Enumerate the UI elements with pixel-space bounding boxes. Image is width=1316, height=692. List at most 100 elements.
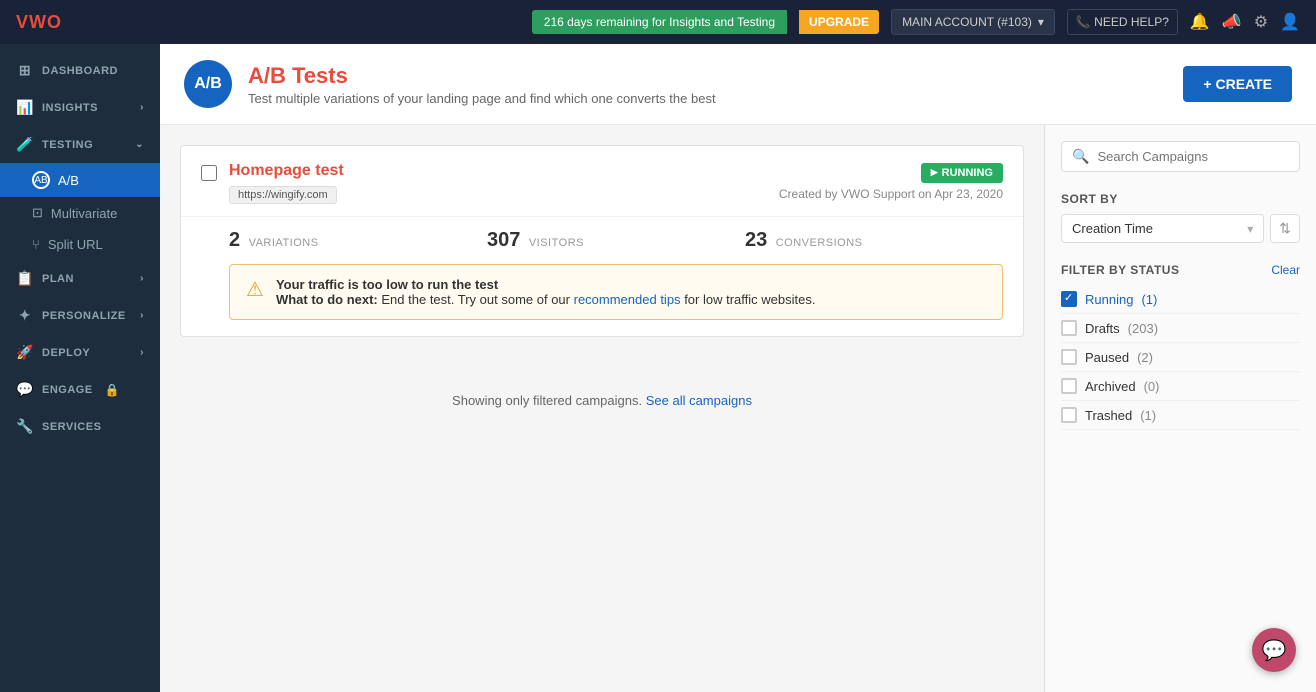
clear-filter-link[interactable]: Clear: [1271, 263, 1300, 277]
chevron-down-icon: ⌄: [135, 139, 144, 150]
campaign-url-badge[interactable]: https://wingify.com: [229, 186, 337, 204]
search-input[interactable]: [1097, 149, 1289, 164]
filter-checkbox-drafts[interactable]: [1061, 320, 1077, 336]
filter-checkbox-archived[interactable]: [1061, 378, 1077, 394]
alert-next-label: What to do next:: [276, 292, 378, 307]
chevron-right-icon: ›: [140, 273, 144, 284]
user-icon[interactable]: 👤: [1280, 12, 1300, 32]
alert-title: Your traffic is too low to run the test: [276, 277, 498, 292]
right-sidebar: 🔍 SORT BY Creation Time ▾ ⇅: [1044, 125, 1316, 692]
trial-banner: 216 days remaining for Insights and Test…: [532, 10, 787, 34]
chat-bubble[interactable]: 💬: [1252, 628, 1296, 672]
sort-label: SORT BY: [1061, 192, 1300, 206]
stat-label-conversions: CONVERSIONS: [776, 237, 863, 249]
sidebar-item-engage[interactable]: 💬 ENGAGE 🔒: [0, 371, 160, 408]
filter-checkbox-running[interactable]: [1061, 291, 1077, 307]
alert-text: Your traffic is too low to run the test …: [276, 277, 816, 307]
sidebar-item-label: ENGAGE: [42, 384, 93, 396]
sidebar-item-services[interactable]: 🔧 SERVICES: [0, 408, 160, 445]
sidebar-item-label: PERSONALIZE: [42, 310, 126, 322]
sidebar-item-label: Multivariate: [51, 206, 117, 221]
sidebar-item-ab[interactable]: AB A/B: [0, 163, 160, 197]
services-icon: 🔧: [16, 418, 34, 435]
settings-icon[interactable]: ⚙: [1254, 12, 1268, 32]
sidebar-item-spliturl[interactable]: ⑂ Split URL: [0, 229, 160, 260]
sidebar-item-label: SERVICES: [42, 421, 101, 433]
filter-item-label-paused: Paused: [1085, 350, 1129, 365]
sidebar-item-label: INSIGHTS: [42, 102, 98, 114]
search-box: 🔍: [1061, 141, 1300, 172]
alert-link-suffix: for low traffic websites.: [684, 292, 815, 307]
filter-checkbox-paused[interactable]: [1061, 349, 1077, 365]
account-selector[interactable]: MAIN ACCOUNT (#103) ▾: [891, 9, 1055, 35]
spliturl-icon: ⑂: [32, 237, 40, 252]
create-button[interactable]: + CREATE: [1183, 66, 1292, 102]
sidebar-item-label: DASHBOARD: [42, 65, 118, 77]
filter-item-count-running: (1): [1141, 292, 1157, 307]
topbar-icons: 🔔 📣 ⚙ 👤: [1190, 12, 1300, 32]
filter-section: FILTER BY STATUS Clear Running (1): [1061, 263, 1300, 430]
filter-item-paused: Paused (2): [1061, 343, 1300, 372]
campaign-card: Homepage test https://wingify.com ▶ RUNN…: [180, 145, 1024, 337]
filter-item-count-archived: (0): [1144, 379, 1160, 394]
filter-info-text: Showing only filtered campaigns.: [452, 393, 646, 408]
filter-item-running: Running (1): [1061, 285, 1300, 314]
campaign-list-area: Homepage test https://wingify.com ▶ RUNN…: [160, 125, 1316, 692]
page-title: A/B Tests: [248, 63, 1167, 89]
play-icon: ▶: [931, 167, 938, 178]
sidebar-item-label: A/B: [58, 173, 79, 188]
plan-icon: 📋: [16, 270, 34, 287]
account-chevron: ▾: [1038, 15, 1044, 29]
sidebar-item-dashboard[interactable]: ⊞ DASHBOARD: [0, 52, 160, 89]
sort-select[interactable]: Creation Time ▾: [1061, 214, 1264, 243]
sidebar-item-deploy[interactable]: 🚀 DEPLOY ›: [0, 334, 160, 371]
sort-section: SORT BY Creation Time ▾ ⇅: [1061, 192, 1300, 243]
campaign-name[interactable]: Homepage test: [229, 162, 344, 180]
sidebar-item-label: Split URL: [48, 237, 103, 252]
engage-icon: 💬: [16, 381, 34, 398]
campaign-info: Homepage test https://wingify.com: [229, 162, 344, 204]
sidebar-item-plan[interactable]: 📋 PLAN ›: [0, 260, 160, 297]
filter-item-label-trashed: Trashed: [1085, 408, 1132, 423]
sidebar-item-label: DEPLOY: [42, 347, 90, 359]
ab-icon: AB: [32, 171, 50, 189]
campaign-meta: Created by VWO Support on Apr 23, 2020: [779, 187, 1003, 201]
sidebar-item-insights[interactable]: 📊 INSIGHTS ›: [0, 89, 160, 126]
chevron-right-icon: ›: [140, 102, 144, 113]
page-title-group: A/B Tests Test multiple variations of yo…: [248, 63, 1167, 106]
campaign-card-right: ▶ RUNNING Created by VWO Support on Apr …: [779, 162, 1003, 201]
deploy-icon: 🚀: [16, 344, 34, 361]
topbar: VWO 216 days remaining for Insights and …: [0, 0, 1316, 44]
filter-item-label-archived: Archived: [1085, 379, 1136, 394]
see-all-campaigns-link[interactable]: See all campaigns: [646, 393, 752, 408]
page-subtitle: Test multiple variations of your landing…: [248, 91, 1167, 106]
alert-next-text: End the test. Try out some of our: [381, 292, 573, 307]
sidebar-item-testing[interactable]: 🧪 TESTING ⌄: [0, 126, 160, 163]
dashboard-icon: ⊞: [16, 62, 34, 79]
filter-checkbox-trashed[interactable]: [1061, 407, 1077, 423]
megaphone-icon[interactable]: 📣: [1222, 12, 1242, 32]
alert-link[interactable]: recommended tips: [574, 292, 681, 307]
campaign-select-checkbox[interactable]: [201, 165, 217, 181]
filter-info: Showing only filtered campaigns. See all…: [180, 353, 1024, 448]
campaign-stats: 2 VARIATIONS 307 VISITORS 23 CONVERSIONS: [181, 216, 1023, 264]
stat-visitors: 307 VISITORS: [487, 229, 745, 252]
chat-icon: 💬: [1262, 638, 1287, 663]
chevron-right-icon: ›: [140, 347, 144, 358]
campaign-card-header: Homepage test https://wingify.com ▶ RUNN…: [181, 146, 1023, 216]
sidebar-item-label: PLAN: [42, 273, 74, 285]
vwo-logo: VWO: [16, 12, 62, 33]
status-label: RUNNING: [942, 167, 993, 179]
filter-item-archived: Archived (0): [1061, 372, 1300, 401]
need-help-button[interactable]: 📞 NEED HELP?: [1067, 9, 1178, 35]
sort-toggle-icon[interactable]: ⇅: [1270, 214, 1300, 243]
sidebar-item-personalize[interactable]: ✦ PERSONALIZE ›: [0, 297, 160, 334]
upgrade-button[interactable]: UPGRADE: [799, 10, 879, 34]
sidebar-item-multivariate[interactable]: ⊡ Multivariate: [0, 197, 160, 229]
bell-icon[interactable]: 🔔: [1190, 12, 1210, 32]
stat-value-variations: 2: [229, 229, 240, 251]
filter-label: FILTER BY STATUS Clear: [1061, 263, 1300, 277]
stat-value-conversions: 23: [745, 229, 767, 251]
filter-item-label-running: Running: [1085, 292, 1133, 307]
sort-chevron-icon: ▾: [1247, 222, 1253, 236]
